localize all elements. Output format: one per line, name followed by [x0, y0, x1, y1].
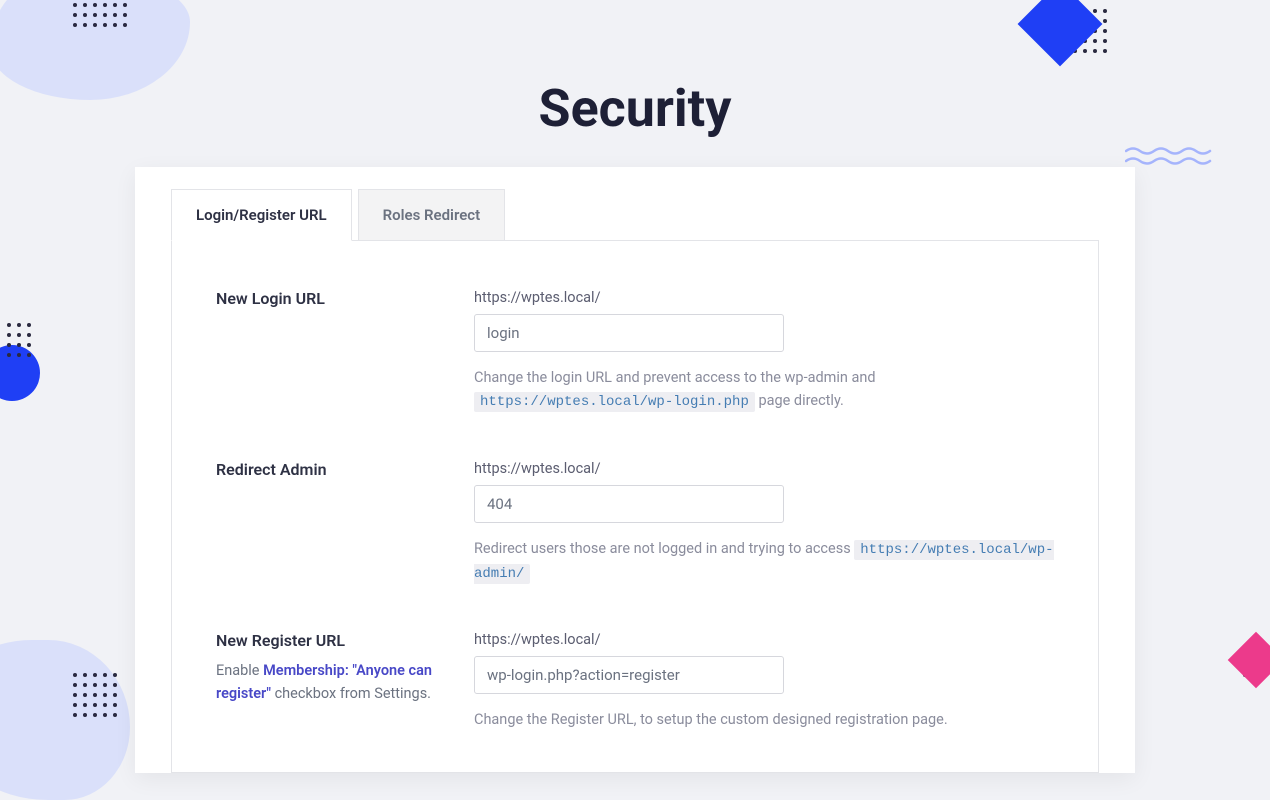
new-register-url-input[interactable]: [474, 656, 784, 694]
tab-panel: New Login URL https://wptes.local/ Chang…: [171, 240, 1099, 773]
url-prefix: https://wptes.local/: [474, 631, 1054, 648]
tab-roles-redirect[interactable]: Roles Redirect: [358, 189, 506, 241]
code-path: https://wptes.local/wp-login.php: [474, 392, 755, 412]
decor-blob-bottom-left: [0, 640, 130, 800]
field-helper: Change the Register URL, to setup the cu…: [474, 708, 1054, 731]
settings-card: Login/Register URL Roles Redirect New Lo…: [135, 167, 1135, 773]
field-helper: Change the login URL and prevent access …: [474, 366, 1054, 414]
tab-label: Login/Register URL: [196, 206, 327, 224]
tab-label: Roles Redirect: [383, 206, 481, 224]
tabs-container: Login/Register URL Roles Redirect: [135, 167, 1135, 241]
field-subtext: Enable Membership: "Anyone can register"…: [216, 660, 474, 705]
field-helper: Redirect users those are not logged in a…: [474, 537, 1054, 586]
field-redirect-admin: Redirect Admin https://wptes.local/ Redi…: [216, 460, 1054, 586]
tab-login-register-url[interactable]: Login/Register URL: [171, 189, 352, 241]
new-login-url-input[interactable]: [474, 314, 784, 352]
url-prefix: https://wptes.local/: [474, 289, 1054, 306]
decor-diamond-pink: [1228, 632, 1270, 689]
decor-dots-left: [4, 320, 34, 360]
page-title: Security: [0, 0, 1270, 167]
url-prefix: https://wptes.local/: [474, 460, 1054, 477]
field-label: New Register URL: [216, 631, 474, 650]
field-label: New Login URL: [216, 289, 474, 308]
field-new-register-url: New Register URL Enable Membership: "Any…: [216, 631, 1054, 731]
decor-dots-bottom-left: [70, 670, 120, 720]
field-new-login-url: New Login URL https://wptes.local/ Chang…: [216, 289, 1054, 414]
field-label: Redirect Admin: [216, 460, 474, 479]
redirect-admin-input[interactable]: [474, 485, 784, 523]
